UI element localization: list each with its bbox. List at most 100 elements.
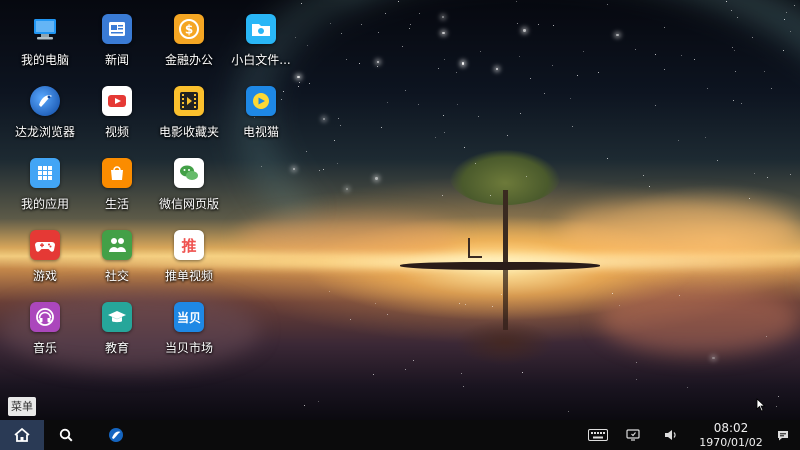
browser-icon — [30, 86, 60, 116]
home-button[interactable] — [0, 420, 44, 450]
menu-button[interactable]: 菜单 — [8, 397, 36, 416]
wallpaper-star — [515, 0, 517, 2]
wallpaper-star — [763, 70, 765, 72]
shopping-bag-icon — [102, 158, 132, 188]
desktop-icon-finance[interactable]: $ 金融办公 — [150, 14, 228, 78]
wallpaper-star — [765, 335, 767, 337]
desktop-icon-label: 新闻 — [104, 53, 129, 67]
desktop-icon-life[interactable]: 生活 — [78, 158, 156, 222]
wallpaper-star — [375, 177, 378, 180]
desktop-icon-my-apps[interactable]: 我的应用 — [6, 158, 84, 222]
desktop-icon-tuidan-video[interactable]: 推 推单视频 — [150, 230, 228, 294]
wallpaper-star — [789, 30, 791, 32]
wallpaper-star — [611, 293, 613, 295]
wechat-icon — [174, 158, 204, 188]
wallpaper-star — [412, 360, 414, 362]
volume-icon — [665, 430, 676, 440]
screen-cast-button[interactable] — [622, 420, 644, 450]
wallpaper-star — [492, 305, 494, 307]
desktop-icon-label: 微信网页版 — [158, 197, 219, 211]
desktop-icon-video[interactable]: 视频 — [78, 86, 156, 150]
desktop-icon-label: 我的电脑 — [20, 53, 69, 67]
wallpaper-star — [345, 59, 347, 61]
notification-button[interactable] — [772, 420, 794, 450]
wallpaper-star — [442, 31, 445, 35]
wallpaper-star — [361, 23, 362, 25]
desktop-icon-games[interactable]: 游戏 — [6, 230, 84, 294]
search-icon — [59, 428, 73, 442]
desktop-icon-label: 游戏 — [32, 269, 57, 283]
wallpaper-star — [582, 50, 584, 52]
wallpaper-star — [318, 400, 320, 402]
wallpaper-star — [716, 159, 718, 161]
desktop-icon-label: 我的应用 — [20, 197, 69, 211]
apps-grid-icon — [30, 158, 60, 188]
desktop-icon-browser[interactable]: 达龙浏览器 — [6, 86, 84, 150]
wallpaper-star — [330, 22, 332, 24]
wallpaper-star — [460, 373, 462, 375]
wallpaper-star — [734, 49, 736, 51]
wallpaper-star — [480, 50, 482, 52]
desktop-icon-label: 金融办公 — [164, 53, 213, 67]
desktop-icon-label: 达龙浏览器 — [14, 125, 75, 139]
tuidan-video-icon: 推 — [174, 230, 204, 260]
desktop-icon-label: 教育 — [104, 341, 129, 355]
taskbar-browser-button[interactable] — [104, 420, 128, 450]
wallpaper-star — [386, 314, 388, 316]
wallpaper-star — [636, 379, 638, 381]
desktop-icon-file-manager[interactable]: 小白文件... — [222, 14, 300, 78]
wallpaper-star — [537, 24, 539, 26]
wallpaper-star — [523, 29, 526, 32]
film-icon — [174, 86, 204, 116]
desktop-icon-music[interactable]: 音乐 — [6, 302, 84, 366]
wallpaper-star — [404, 90, 406, 92]
wallpaper-star — [329, 291, 331, 293]
wallpaper-star — [405, 368, 407, 370]
wallpaper-star — [770, 87, 772, 89]
wallpaper-star — [386, 101, 388, 103]
desktop-icon-social[interactable]: 社交 — [78, 230, 156, 294]
desktop-icon-label: 视频 — [104, 125, 129, 139]
desktop-icon-tv-cat[interactable]: 电视猫 — [222, 86, 300, 150]
home-icon — [14, 427, 30, 442]
wallpaper-star — [519, 112, 521, 114]
mouse-cursor-icon — [756, 398, 766, 412]
wallpaper-star — [409, 23, 411, 25]
system-clock[interactable]: 08:02 1970/01/02 — [690, 420, 772, 450]
video-icon — [102, 86, 132, 116]
desktop-icon-news[interactable]: 新闻 — [78, 14, 156, 78]
dangbei-market-glyph: 当贝 — [176, 310, 201, 325]
desktop-icon-label: 小白文件... — [231, 53, 291, 67]
browser-icon — [109, 428, 123, 442]
wallpaper-star — [786, 11, 788, 13]
desktop-icon-dangbei-market[interactable]: 当贝 当贝市场 — [150, 302, 228, 366]
wallpaper-star — [489, 194, 491, 196]
dangbei-market-icon: 当贝 — [174, 302, 204, 332]
search-button[interactable] — [54, 420, 78, 450]
education-icon — [102, 302, 132, 332]
finance-icon: $ — [174, 14, 204, 44]
taskbar: 08:02 1970/01/02 — [0, 420, 800, 450]
wallpaper-star — [521, 371, 523, 373]
desktop-icon-label: 生活 — [104, 197, 129, 211]
desktop-icon-my-computer[interactable]: 我的电脑 — [6, 14, 84, 78]
desktop-icon-education[interactable]: 教育 — [78, 302, 156, 366]
desktop-icon-film-favorites[interactable]: 电影收藏夹 — [150, 86, 228, 150]
desktop-icon-label: 推单视频 — [164, 269, 213, 283]
notification-icon — [778, 430, 788, 440]
wallpaper-star — [304, 404, 305, 406]
wallpaper-star — [783, 19, 785, 21]
file-manager-icon — [246, 14, 276, 44]
desktop-icon-wechat-web[interactable]: 微信网页版 — [150, 158, 228, 222]
wallpaper-star — [437, 68, 439, 69]
keyboard-button[interactable] — [585, 420, 611, 450]
wallpaper-star — [372, 373, 374, 375]
wallpaper-star — [338, 117, 339, 119]
wallpaper-star — [706, 87, 708, 89]
wallpaper-star — [618, 304, 620, 306]
news-icon — [102, 14, 132, 44]
clock-date: 1970/01/02 — [699, 436, 763, 449]
volume-button[interactable] — [660, 420, 682, 450]
tuidan-video-glyph: 推 — [181, 236, 197, 255]
wallpaper-star — [458, 302, 460, 304]
